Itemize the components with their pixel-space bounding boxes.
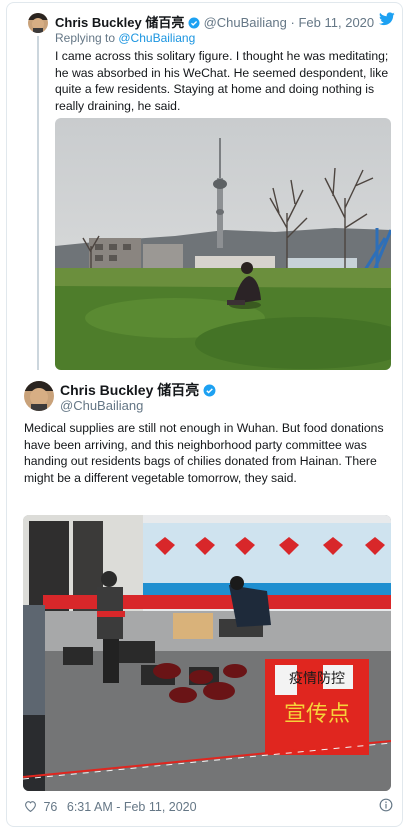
like-count[interactable]: 76 (43, 800, 57, 814)
thread-author-handle[interactable]: @ChuBailiang (204, 15, 287, 30)
tweet-photo-park[interactable] (55, 118, 391, 370)
sign-big-text: 宣传点 (284, 702, 350, 727)
info-icon[interactable] (379, 798, 393, 817)
author-name[interactable]: Chris Buckley 储百亮 (60, 380, 216, 400)
replying-prefix: Replying to (55, 31, 119, 45)
heart-icon[interactable] (24, 800, 40, 814)
replying-to-handle-link[interactable]: @ChuBailiang (118, 31, 195, 45)
tweet-timestamp[interactable]: 6:31 AM - Feb 11, 2020 (67, 800, 197, 814)
thread-tweet-date[interactable]: Feb 11, 2020 (298, 15, 374, 30)
author-avatar-small[interactable] (28, 13, 48, 33)
sign-small-text: 疫情防控 (289, 671, 345, 687)
thread-author-name[interactable]: Chris Buckley 储百亮 (55, 15, 184, 30)
verified-badge-icon (203, 384, 216, 400)
thread-connector-line (37, 36, 39, 370)
tweet-footer: 76 6:31 AM - Feb 11, 2020 (24, 800, 197, 814)
author-avatar[interactable] (24, 381, 54, 411)
thread-tweet-header: Chris Buckley 储百亮 @ChuBailiang · Feb 11,… (55, 12, 374, 32)
verified-badge-icon (188, 17, 200, 32)
replying-to-line: Replying to @ChuBailiang (55, 31, 195, 45)
tweet-photo-food-distribution[interactable]: 疫情防控 宣传点 (23, 515, 391, 791)
dot-separator: · (290, 15, 295, 30)
author-handle[interactable]: @ChuBailiang (60, 398, 143, 413)
author-name-text[interactable]: Chris Buckley 储百亮 (60, 382, 199, 398)
tweet-text: Medical supplies are still not enough in… (24, 421, 384, 485)
twitter-bird-icon[interactable] (379, 12, 395, 31)
thread-tweet-text: I came across this solitary figure. I th… (55, 49, 389, 113)
